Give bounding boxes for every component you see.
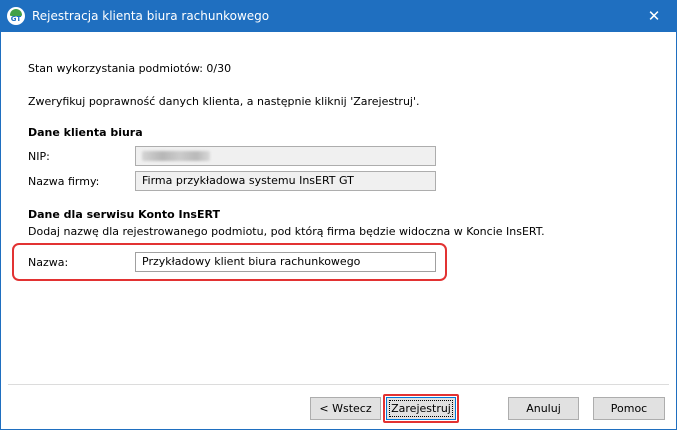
close-icon[interactable]: ✕ (631, 0, 677, 32)
instruction-text: Zweryfikuj poprawność danych klienta, a … (28, 95, 420, 108)
title-bar[interactable]: GT Rejestracja klienta biura rachunkoweg… (0, 0, 677, 32)
back-button[interactable]: < Wstecz (310, 397, 381, 420)
window-border-left (0, 32, 1, 430)
help-button[interactable]: Pomoc (593, 397, 665, 420)
service-section-description: Dodaj nazwę dla rejestrowanego podmiotu,… (28, 225, 545, 238)
client-section-heading: Dane klienta biura (28, 126, 143, 139)
nip-redaction-blur (142, 151, 210, 161)
insert-gt-logo-icon: GT (7, 7, 25, 25)
usage-status: Stan wykorzystania podmiotów: 0/30 (28, 62, 232, 75)
service-section-heading: Dane dla serwisu Konto InsERT (28, 208, 220, 221)
company-name-label: Nazwa firmy: (28, 175, 100, 188)
cancel-button[interactable]: Anuluj (508, 397, 579, 420)
nip-field (135, 146, 436, 166)
register-button[interactable]: Zarejestruj (386, 397, 456, 420)
company-name-field: Firma przykładowa systemu InsERT GT (135, 171, 436, 191)
window-title: Rejestracja klienta biura rachunkowego (32, 9, 270, 23)
name-input[interactable]: Przykładowy klient biura rachunkowego (135, 252, 436, 272)
gt-logo-text: GT (10, 15, 22, 23)
focus-rectangle (389, 400, 453, 417)
name-label: Nazwa: (28, 256, 69, 269)
footer-separator (8, 384, 669, 385)
nip-label: NIP: (28, 150, 50, 163)
